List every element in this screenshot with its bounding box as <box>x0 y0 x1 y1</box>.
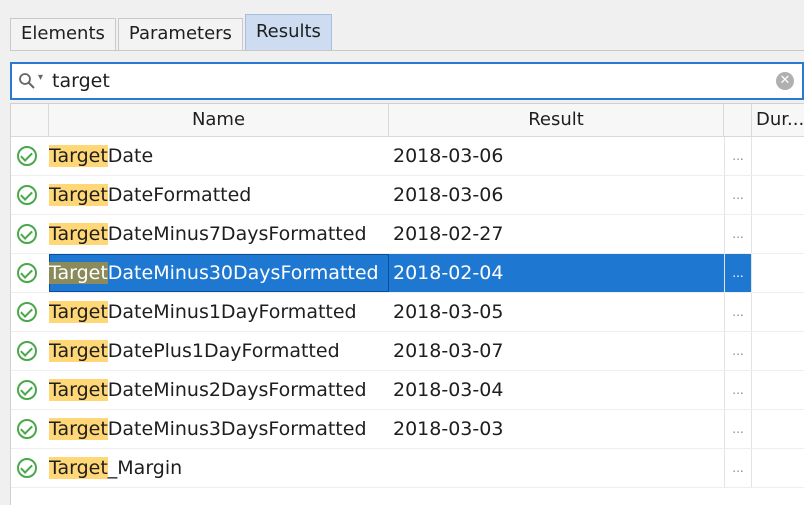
name-cell[interactable]: TargetDateFormatted <box>49 176 389 214</box>
search-icon[interactable] <box>18 72 36 90</box>
success-check-icon <box>17 341 37 361</box>
success-check-icon <box>17 419 37 439</box>
more-column-header[interactable] <box>724 104 752 136</box>
table-header: Name Result Dur... <box>11 104 804 137</box>
search-match-highlight: Target <box>49 340 108 362</box>
result-cell[interactable]: 2018-02-04 <box>389 254 724 292</box>
result-cell[interactable]: 2018-03-06 <box>389 176 724 214</box>
name-cell[interactable]: TargetDateMinus2DaysFormatted <box>49 371 389 409</box>
duration-cell <box>752 410 804 448</box>
table-row[interactable]: TargetDateFormatted 2018-03-06... <box>11 176 804 215</box>
name-cell[interactable]: TargetDateMinus3DaysFormatted <box>49 410 389 448</box>
result-cell[interactable] <box>389 449 724 487</box>
search-box: ▾ ✕ <box>10 62 804 100</box>
more-button[interactable]: ... <box>724 332 752 370</box>
search-match-highlight: Target <box>49 379 108 401</box>
tab-divider <box>10 50 804 51</box>
success-check-icon <box>17 302 37 322</box>
name-rest: DateMinus7DaysFormatted <box>107 223 367 245</box>
success-check-icon <box>17 185 37 205</box>
status-cell <box>11 332 47 370</box>
tab-bar: Elements Parameters Results <box>10 14 334 50</box>
status-cell <box>11 371 47 409</box>
search-match-highlight: Target <box>49 184 108 206</box>
duration-cell <box>752 332 804 370</box>
table-row[interactable]: TargetDatePlus1DayFormatted 2018-03-07... <box>11 332 804 371</box>
result-cell[interactable]: 2018-02-27 <box>389 215 724 253</box>
result-cell[interactable]: 2018-03-06 <box>389 137 724 175</box>
name-cell[interactable]: TargetDatePlus1DayFormatted <box>49 332 389 370</box>
search-match-highlight: Target <box>49 418 108 440</box>
duration-cell <box>752 176 804 214</box>
success-check-icon <box>17 380 37 400</box>
duration-column-header[interactable]: Dur... <box>752 104 804 136</box>
status-cell <box>11 449 47 487</box>
more-button[interactable]: ... <box>724 293 752 331</box>
table-row[interactable]: TargetDateMinus7DaysFormatted 2018-02-27.… <box>11 215 804 254</box>
status-cell <box>11 215 47 253</box>
search-match-highlight: Target <box>49 262 108 284</box>
name-rest: DateMinus3DaysFormatted <box>107 418 367 440</box>
name-rest: DateMinus1DayFormatted <box>107 301 357 323</box>
result-column-header[interactable]: Result <box>389 104 724 136</box>
clear-search-icon[interactable]: ✕ <box>776 72 794 90</box>
tab-parameters[interactable]: Parameters <box>117 18 243 50</box>
table-row[interactable]: TargetDateMinus30DaysFormatted 2018-02-04… <box>11 254 804 293</box>
success-check-icon <box>17 146 37 166</box>
name-rest: _Margin <box>107 457 183 479</box>
search-options-chevron-icon[interactable]: ▾ <box>38 72 43 83</box>
status-cell <box>11 176 47 214</box>
name-rest: DateMinus30DaysFormatted <box>107 262 379 284</box>
duration-cell <box>752 449 804 487</box>
search-match-highlight: Target <box>49 223 108 245</box>
search-input[interactable] <box>52 68 752 94</box>
duration-cell <box>752 254 804 292</box>
more-button[interactable]: ... <box>724 176 752 214</box>
duration-cell <box>752 371 804 409</box>
status-cell <box>11 254 47 292</box>
name-cell[interactable]: TargetDateMinus30DaysFormatted <box>49 254 389 292</box>
tab-elements[interactable]: Elements <box>10 18 116 50</box>
search-match-highlight: Target <box>49 301 108 323</box>
success-check-icon <box>17 224 37 244</box>
table-row[interactable]: TargetDateMinus2DaysFormatted 2018-03-04.… <box>11 371 804 410</box>
more-button[interactable]: ... <box>724 371 752 409</box>
name-rest: DateMinus2DaysFormatted <box>107 379 367 401</box>
duration-cell <box>752 215 804 253</box>
more-button[interactable]: ... <box>724 215 752 253</box>
name-cell[interactable]: Target_Margin <box>49 449 389 487</box>
name-cell[interactable]: TargetDateMinus7DaysFormatted <box>49 215 389 253</box>
duration-cell <box>752 137 804 175</box>
status-cell <box>11 293 47 331</box>
result-cell[interactable]: 2018-03-04 <box>389 371 724 409</box>
name-rest: DateFormatted <box>107 184 252 206</box>
status-cell <box>11 410 47 448</box>
name-cell[interactable]: TargetDateMinus1DayFormatted <box>49 293 389 331</box>
success-check-icon <box>17 263 37 283</box>
search-match-highlight: Target <box>49 457 108 479</box>
search-match-highlight: Target <box>49 145 108 167</box>
duration-cell <box>752 293 804 331</box>
more-button[interactable]: ... <box>724 410 752 448</box>
status-column-header[interactable] <box>11 104 49 136</box>
table-row[interactable]: TargetDateMinus1DayFormatted 2018-03-05..… <box>11 293 804 332</box>
name-rest: DatePlus1DayFormatted <box>107 340 340 362</box>
results-table: Name Result Dur... TargetDate 2018-03-06.… <box>10 103 804 505</box>
name-rest: Date <box>107 145 154 167</box>
success-check-icon <box>17 458 37 478</box>
table-row[interactable]: TargetDateMinus3DaysFormatted 2018-03-03.… <box>11 410 804 449</box>
name-cell[interactable]: TargetDate <box>49 137 389 175</box>
more-button[interactable]: ... <box>724 137 752 175</box>
result-cell[interactable]: 2018-03-03 <box>389 410 724 448</box>
name-column-header[interactable]: Name <box>49 104 389 136</box>
tab-results[interactable]: Results <box>244 14 332 50</box>
result-cell[interactable]: 2018-03-05 <box>389 293 724 331</box>
result-cell[interactable]: 2018-03-07 <box>389 332 724 370</box>
more-button[interactable]: ... <box>724 254 752 292</box>
status-cell <box>11 137 47 175</box>
table-row[interactable]: Target_Margin... <box>11 449 804 488</box>
more-button[interactable]: ... <box>724 449 752 487</box>
table-row[interactable]: TargetDate 2018-03-06... <box>11 137 804 176</box>
